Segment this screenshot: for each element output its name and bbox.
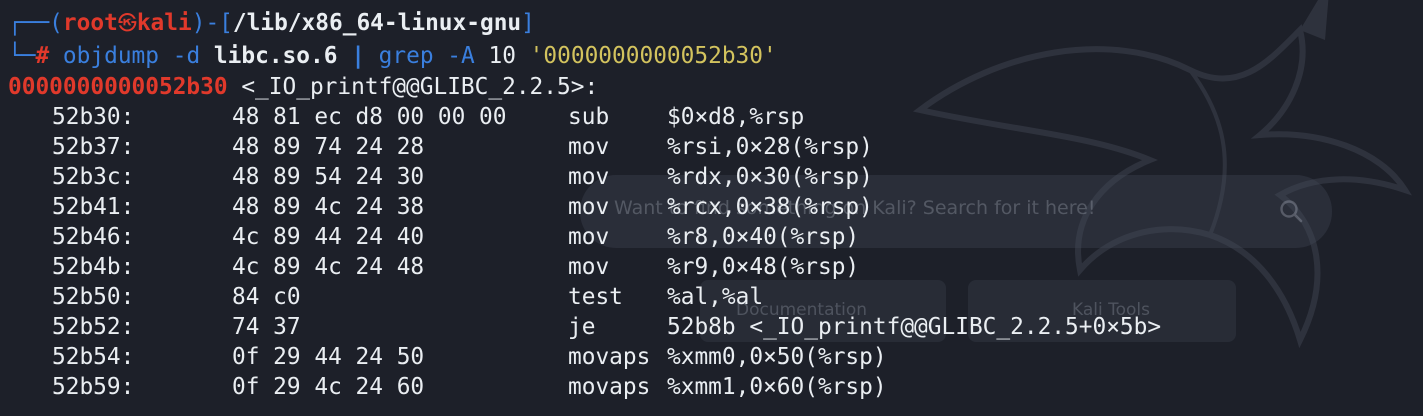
disasm-row: 52b50: 84 c0 test %al,%al (8, 282, 763, 312)
search-icon (1280, 200, 1303, 223)
prompt-open-bracket: ┌──( (8, 10, 63, 36)
instruction-mnemonic: mov (568, 134, 610, 160)
instruction-operands: %rcx,0×38(%rsp) (667, 194, 873, 220)
instruction-bytes: 4c 89 44 24 40 (232, 224, 425, 250)
symbol-address: 0000000000052b30 (8, 74, 228, 100)
prompt-line-1: ┌──(root㉿kali)-[/lib/x86_64-linux-gnu] (8, 8, 535, 38)
command-pipe: | (351, 43, 365, 69)
instruction-operands: %xmm1,0×60(%rsp) (667, 374, 887, 400)
symbol-header: 0000000000052b30 <_IO_printf@@GLIBC_2.2.… (8, 72, 598, 102)
prompt-corner: └─ (8, 43, 36, 69)
instruction-address: 52b59: (52, 374, 135, 400)
disasm-row: 52b59: 0f 29 4c 24 60 movaps %xmm1,0×60(… (8, 372, 887, 402)
instruction-bytes: 0f 29 4c 24 60 (232, 374, 425, 400)
instruction-operands: %rsi,0×28(%rsp) (667, 134, 873, 160)
instruction-address: 52b41: (52, 194, 135, 220)
disasm-row: 52b37: 48 89 74 24 28 mov %rsi,0×28(%rsp… (8, 132, 873, 162)
instruction-address: 52b3c: (52, 164, 135, 190)
instruction-bytes: 48 89 74 24 28 (232, 134, 425, 160)
disasm-row: 52b3c: 48 89 54 24 30 mov %rdx,0×30(%rsp… (8, 162, 873, 192)
instruction-address: 52b54: (52, 344, 135, 370)
instruction-operands: %al,%al (667, 284, 764, 310)
instruction-address: 52b50: (52, 284, 135, 310)
disasm-row: 52b30: 48 81 ec d8 00 00 00 sub $0×d8,%r… (8, 102, 804, 132)
command-arg-A: -A (447, 43, 475, 69)
disasm-row: 52b41: 48 89 4c 24 38 mov %rcx,0×38(%rsp… (8, 192, 873, 222)
instruction-operands: %r8,0×40(%rsp) (667, 224, 860, 250)
instruction-address: 52b30: (52, 104, 135, 130)
instruction-bytes: 84 c0 (232, 284, 301, 310)
command-grep: grep (378, 43, 434, 69)
terminal-window[interactable]: Want to find something on Kali? Search f… (0, 0, 1423, 416)
instruction-bytes: 48 89 4c 24 38 (232, 194, 425, 220)
instruction-bytes: 48 81 ec d8 00 00 00 (232, 104, 507, 130)
instruction-address: 52b37: (52, 134, 135, 160)
disasm-row: 52b46: 4c 89 44 24 40 mov %r8,0×40(%rsp) (8, 222, 859, 252)
command-arg-file: libc.so.6 (213, 43, 338, 69)
instruction-mnemonic: mov (568, 164, 610, 190)
instruction-operands: %r9,0×48(%rsp) (667, 254, 860, 280)
instruction-address: 52b46: (52, 224, 135, 250)
command-arg-d: -d (172, 43, 201, 69)
instruction-mnemonic: test (568, 284, 623, 310)
instruction-operands: %rdx,0×30(%rsp) (667, 164, 873, 190)
prompt-host: kali (136, 10, 192, 36)
instruction-mnemonic: movaps (568, 344, 651, 370)
instruction-mnemonic: sub (568, 104, 610, 130)
command-arg-pattern: '0000000000052b30' (529, 43, 777, 69)
instruction-mnemonic: movaps (568, 374, 651, 400)
instruction-operands: %xmm0,0×50(%rsp) (667, 344, 887, 370)
disasm-row: 52b52: 74 37 je 52b8b <_IO_printf@@GLIBC… (8, 312, 1161, 342)
prompt-hash: # (35, 43, 50, 69)
symbol-label: <_IO_printf@@GLIBC_2.2.5>: (227, 74, 599, 100)
instruction-bytes: 0f 29 44 24 50 (232, 344, 425, 370)
instruction-mnemonic: mov (568, 224, 610, 250)
prompt-separator: )-[ (191, 10, 233, 36)
prompt-skull-icon: ㉿ (117, 12, 137, 34)
command-arg-10: 10 (488, 43, 516, 69)
prompt-path: /lib/x86_64-linux-gnu (232, 10, 522, 36)
instruction-mnemonic: je (568, 314, 596, 340)
disasm-row: 52b4b: 4c 89 4c 24 48 mov %r9,0×48(%rsp) (8, 252, 859, 282)
instruction-bytes: 48 89 54 24 30 (232, 164, 425, 190)
instruction-address: 52b52: (52, 314, 135, 340)
command-objdump: objdump (62, 43, 159, 69)
command-line[interactable]: └─# objdump -d libc.so.6 | grep -A 10 '0… (8, 41, 777, 71)
instruction-address: 52b4b: (52, 254, 135, 280)
prompt-user: root (62, 10, 118, 36)
instruction-bytes: 74 37 (232, 314, 301, 340)
instruction-bytes: 4c 89 4c 24 48 (232, 254, 425, 280)
disasm-row: 52b54: 0f 29 44 24 50 movaps %xmm0,0×50(… (8, 342, 887, 372)
instruction-operands: 52b8b <_IO_printf@@GLIBC_2.2.5+0×5b> (667, 314, 1162, 340)
instruction-operands: $0×d8,%rsp (667, 104, 805, 130)
prompt-close-bracket: ] (521, 10, 535, 36)
instruction-mnemonic: mov (568, 194, 610, 220)
instruction-mnemonic: mov (568, 254, 610, 280)
